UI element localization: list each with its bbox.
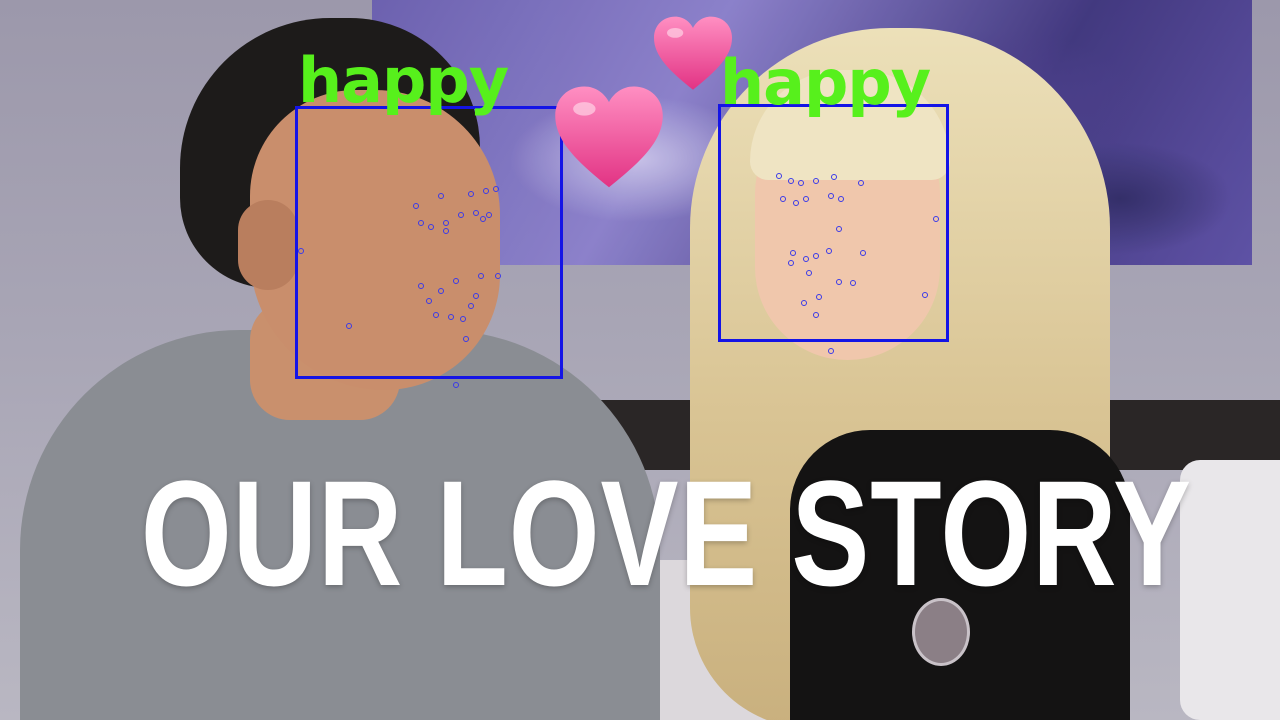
face-landmark-dot [448, 314, 454, 320]
face-landmark-dot [473, 293, 479, 299]
face-landmark-dot [803, 196, 809, 202]
face-landmark-dot [836, 226, 842, 232]
face-landmark-dot [798, 180, 804, 186]
face-landmark-dot [828, 193, 834, 199]
video-frame: happy happy OUR LOVE STORY [0, 0, 1280, 720]
face-landmark-dot [438, 288, 444, 294]
face-landmark-dot [828, 348, 834, 354]
face-landmark-dot [803, 256, 809, 262]
face-landmark-dot [838, 196, 844, 202]
face-landmark-dot [858, 180, 864, 186]
face-landmark-dot [468, 191, 474, 197]
face-landmark-dot [790, 250, 796, 256]
face-box-right [718, 104, 949, 342]
face-landmark-dot [813, 253, 819, 259]
face-box-left [295, 106, 563, 379]
face-landmark-dot [826, 248, 832, 254]
face-landmark-dot [478, 273, 484, 279]
face-landmark-dot [473, 210, 479, 216]
face-landmark-dot [298, 248, 304, 254]
face-landmark-dot [801, 300, 807, 306]
face-landmark-dot [443, 228, 449, 234]
face-landmark-dot [850, 280, 856, 286]
face-landmark-dot [493, 186, 499, 192]
face-landmark-dot [922, 292, 928, 298]
face-landmark-dot [816, 294, 822, 300]
man-ear [238, 200, 298, 290]
face-landmark-dot [793, 200, 799, 206]
face-landmark-dot [813, 312, 819, 318]
emotion-label-right: happy [720, 46, 931, 119]
face-landmark-dot [428, 224, 434, 230]
face-landmark-dot [418, 283, 424, 289]
face-landmark-dot [413, 203, 419, 209]
emotion-label-left: happy [298, 44, 509, 117]
face-landmark-dot [453, 382, 459, 388]
face-landmark-dot [346, 323, 352, 329]
face-landmark-dot [788, 178, 794, 184]
face-landmark-dot [460, 316, 466, 322]
pillow [1180, 460, 1280, 720]
face-landmark-dot [418, 220, 424, 226]
face-landmark-dot [780, 196, 786, 202]
face-landmark-dot [933, 216, 939, 222]
face-landmark-dot [433, 312, 439, 318]
face-landmark-dot [831, 174, 837, 180]
face-landmark-dot [480, 216, 486, 222]
face-landmark-dot [813, 178, 819, 184]
face-landmark-dot [458, 212, 464, 218]
face-landmark-dot [806, 270, 812, 276]
video-title: OUR LOVE STORY [140, 449, 1192, 617]
face-landmark-dot [860, 250, 866, 256]
face-landmark-dot [443, 220, 449, 226]
face-landmark-dot [836, 279, 842, 285]
face-landmark-dot [486, 212, 492, 218]
face-landmark-dot [468, 303, 474, 309]
face-landmark-dot [788, 260, 794, 266]
heart-emoji-large [555, 86, 663, 188]
face-landmark-dot [426, 298, 432, 304]
face-landmark-dot [453, 278, 459, 284]
face-landmark-dot [483, 188, 489, 194]
heart-emoji-small [654, 16, 732, 90]
face-landmark-dot [438, 193, 444, 199]
face-landmark-dot [776, 173, 782, 179]
face-landmark-dot [463, 336, 469, 342]
face-landmark-dot [495, 273, 501, 279]
